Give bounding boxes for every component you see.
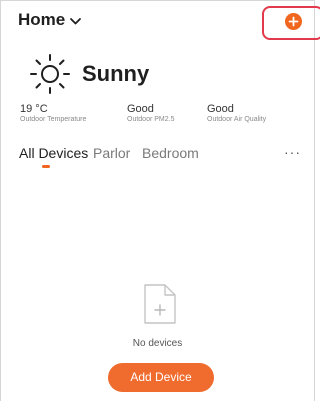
stat-label: Outdoor Temperature [20,116,87,123]
stat-temperature: 19 °C Outdoor Temperature [20,103,86,123]
room-tabs: All Devices Parlor Bedroom [0,143,315,173]
add-device-button[interactable]: Add Device [108,363,214,392]
home-selector[interactable]: Home [18,10,82,30]
tab-all-devices[interactable]: All Devices [19,145,88,161]
stat-label: Outdoor Air Quality [207,116,267,123]
empty-state-message: No devices [132,338,183,349]
stat-value: 19 °C [20,103,48,115]
stat-pm25: Good Outdoor PM2.5 [127,103,174,123]
home-title: Home [18,10,66,29]
tab-parlor[interactable]: Parlor [93,145,130,161]
empty-document-plus-icon [144,284,176,324]
stat-air-quality: Good Outdoor Air Quality [207,103,266,123]
tab-bedroom[interactable]: Bedroom [142,145,199,161]
plus-circle-icon [288,16,299,27]
sun-icon [30,54,70,94]
stat-value: Good [127,103,154,115]
more-options-icon[interactable]: ··· [284,144,301,160]
add-button[interactable] [285,13,302,30]
weather-condition: Sunny [82,61,150,86]
chevron-down-icon [70,18,82,25]
stat-label: Outdoor PM2.5 [127,116,175,123]
stat-value: Good [207,103,234,115]
active-tab-indicator [42,165,50,168]
